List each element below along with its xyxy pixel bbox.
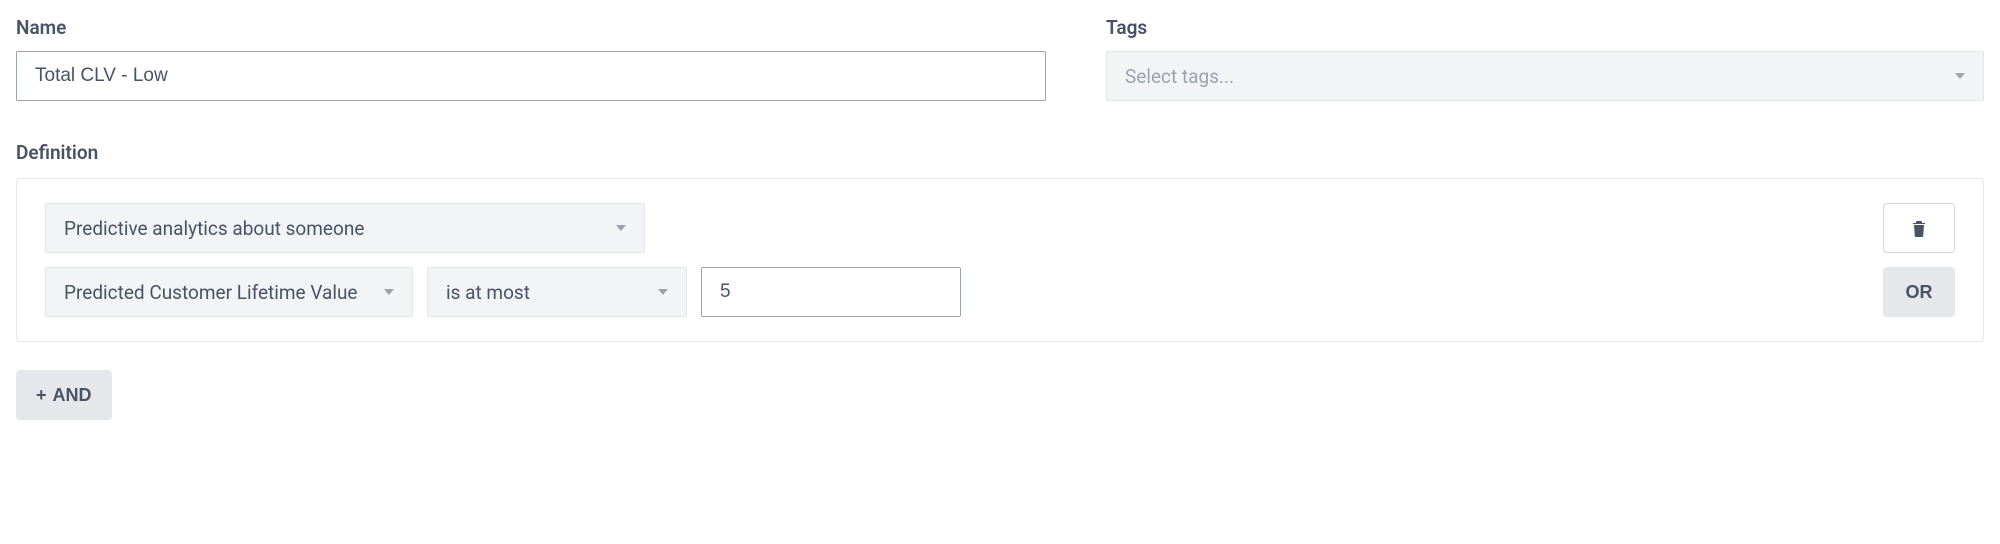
attribute-select[interactable]: Predicted Customer Lifetime Value	[45, 267, 413, 317]
and-button-label: AND	[53, 385, 92, 406]
definition-label: Definition	[16, 141, 1984, 164]
name-input[interactable]	[16, 51, 1046, 101]
definition-card: Predictive analytics about someone Predi…	[16, 178, 1984, 342]
trash-icon	[1912, 219, 1926, 237]
tags-label: Tags	[1106, 16, 1984, 39]
and-button[interactable]: + AND	[16, 370, 112, 420]
chevron-down-icon	[658, 289, 668, 295]
operator-select[interactable]: is at most	[427, 267, 687, 317]
attribute-value: Predicted Customer Lifetime Value	[64, 281, 358, 304]
condition-type-select[interactable]: Predictive analytics about someone	[45, 203, 645, 253]
chevron-down-icon	[616, 225, 626, 231]
value-input[interactable]	[701, 267, 961, 317]
chevron-down-icon	[1955, 73, 1965, 79]
tags-select[interactable]: Select tags...	[1106, 51, 1984, 101]
chevron-down-icon	[384, 289, 394, 295]
delete-condition-button[interactable]	[1883, 203, 1955, 253]
condition-type-value: Predictive analytics about someone	[64, 217, 364, 240]
or-button[interactable]: OR	[1883, 267, 1955, 317]
name-label: Name	[16, 16, 1046, 39]
tags-placeholder: Select tags...	[1125, 65, 1234, 88]
plus-icon: +	[36, 385, 47, 406]
operator-value: is at most	[446, 281, 530, 304]
